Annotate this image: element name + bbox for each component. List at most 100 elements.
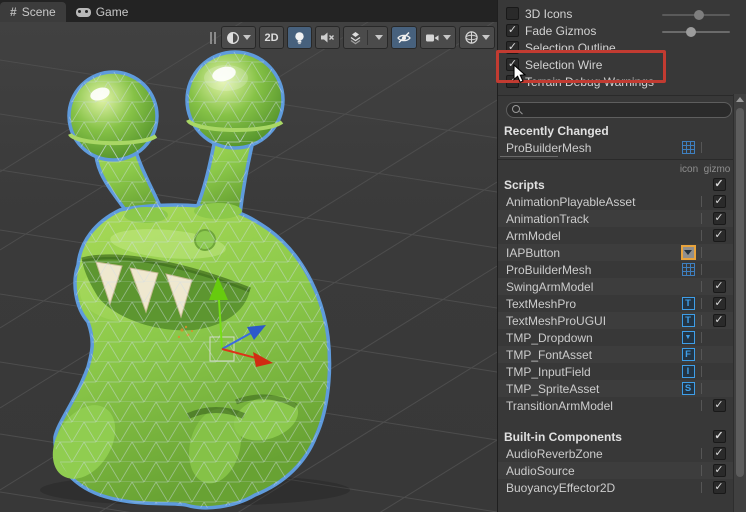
- gizmo-checkbox[interactable]: ✓: [712, 229, 726, 242]
- scene-visibility-button[interactable]: [391, 26, 417, 49]
- tmp-letter-icon[interactable]: S: [681, 382, 695, 395]
- iap-button-icon[interactable]: [680, 245, 696, 260]
- 2d-label: 2D: [264, 31, 279, 44]
- list-item[interactable]: ProBuilderMesh: [498, 261, 733, 278]
- gizmo-sphere-icon: [465, 31, 478, 44]
- gizmo-checkbox[interactable]: ✓: [712, 314, 726, 327]
- toggle-terrain-debug-warnings[interactable]: ✓ Terrain Debug Warnings: [498, 73, 746, 90]
- list-item[interactable]: ProBuilderMesh: [498, 139, 733, 156]
- grid-hash-icon: #: [10, 5, 17, 19]
- tmp-letter-icon[interactable]: T: [681, 314, 695, 327]
- gizmo-checkbox[interactable]: ✓: [712, 399, 726, 412]
- shaded-sphere-icon: [227, 31, 239, 44]
- gizmo-checkbox[interactable]: ✓: [712, 195, 726, 208]
- tmp-letter-icon[interactable]: I: [681, 365, 695, 378]
- tab-bar: # Scene Game: [0, 0, 497, 22]
- unity-editor: # Scene Game 2D 3D Icons ✓ Fade Gizmos ✓…: [0, 0, 746, 512]
- checkbox-selection-outline[interactable]: ✓: [506, 41, 519, 54]
- tab-game[interactable]: Game: [66, 2, 139, 22]
- selection-wireframe: [54, 52, 330, 508]
- list-item[interactable]: TMP_FontAsset F: [498, 346, 733, 363]
- toggle-fade-gizmos[interactable]: ✓ Fade Gizmos: [498, 22, 746, 39]
- built-in-gizmo-checkbox[interactable]: ✓: [712, 430, 726, 443]
- scripts-gizmo-checkbox[interactable]: ✓: [712, 178, 726, 191]
- chevron-down-icon: [482, 35, 490, 40]
- column-header-icon: icon: [679, 163, 699, 175]
- toggle-selection-wire[interactable]: ✓ Selection Wire: [498, 56, 746, 73]
- column-header-gizmo: gizmo: [703, 163, 731, 175]
- gizmos-list: Recently Changed ProBuilderMesh icon giz…: [498, 122, 733, 512]
- eye-hidden-icon: [397, 32, 411, 43]
- section-built-in-components: Built-in Components ✓: [504, 429, 726, 444]
- checkbox-selection-wire[interactable]: ✓: [506, 58, 519, 71]
- list-item[interactable]: TMP_Dropdown ▼: [498, 329, 733, 346]
- gizmo-checkbox[interactable]: ✓: [712, 447, 726, 460]
- 2d-toggle-button[interactable]: 2D: [259, 26, 284, 49]
- list-item[interactable]: TextMeshPro T ✓: [498, 295, 733, 312]
- list-item[interactable]: AnimationPlayableAsset ✓: [498, 193, 733, 210]
- audio-toggle-button[interactable]: [315, 26, 340, 49]
- toolbar-drag-handle-icon[interactable]: [210, 31, 216, 44]
- scene-toolbar: 2D: [210, 26, 495, 49]
- fade-gizmos-slider[interactable]: [662, 26, 730, 37]
- lighting-toggle-button[interactable]: [287, 26, 312, 49]
- section-recently-changed: Recently Changed: [504, 123, 609, 138]
- gizmos-search-input[interactable]: [506, 102, 732, 118]
- chevron-down-icon: [375, 35, 383, 40]
- probuilder-grid-icon[interactable]: [681, 263, 695, 276]
- light-bulb-icon: [295, 31, 304, 44]
- tmp-letter-icon[interactable]: F: [681, 348, 695, 361]
- list-item[interactable]: AnimationTrack ✓: [498, 210, 733, 227]
- camera-icon: [426, 34, 439, 41]
- gizmo-global-toggles: 3D Icons ✓ Fade Gizmos ✓ Selection Outli…: [498, 0, 746, 96]
- gamepad-icon: [75, 7, 91, 17]
- list-item[interactable]: IAPButton: [498, 244, 733, 261]
- toggle-selection-outline[interactable]: ✓ Selection Outline: [498, 39, 746, 56]
- column-headers: icon gizmo: [498, 162, 733, 176]
- gizmo-checkbox[interactable]: ✓: [712, 280, 726, 293]
- gizmos-menu-button[interactable]: [459, 26, 495, 49]
- list-item[interactable]: AudioSource ✓: [498, 462, 733, 479]
- gizmos-dropdown-panel: 3D Icons ✓ Fade Gizmos ✓ Selection Outli…: [497, 0, 746, 512]
- toggle-3d-icons[interactable]: 3D Icons: [498, 5, 746, 22]
- tmp-letter-icon[interactable]: T: [681, 297, 695, 310]
- tab-scene-label: Scene: [21, 5, 56, 19]
- 3d-icons-size-slider[interactable]: [662, 9, 730, 20]
- scrollbar-thumb[interactable]: [736, 108, 744, 477]
- list-item[interactable]: AudioReverbZone ✓: [498, 445, 733, 462]
- gizmo-checkbox[interactable]: ✓: [712, 212, 726, 225]
- scene-3d-canvas[interactable]: [0, 22, 497, 512]
- shading-mode-button[interactable]: [221, 26, 256, 49]
- divider: [500, 156, 558, 157]
- gizmo-checkbox[interactable]: ✓: [712, 297, 726, 310]
- scene-viewport[interactable]: 2D: [0, 22, 497, 512]
- camera-settings-button[interactable]: [420, 26, 456, 49]
- vertical-scrollbar[interactable]: [733, 94, 746, 512]
- chevron-down-icon: [243, 35, 251, 40]
- tab-game-label: Game: [95, 5, 129, 19]
- monster-model[interactable]: [40, 50, 350, 510]
- scroll-up-arrow-icon[interactable]: [736, 97, 744, 102]
- list-item[interactable]: BuoyancyEffector2D ✓: [498, 479, 733, 496]
- list-item[interactable]: TMP_SpriteAsset S: [498, 380, 733, 397]
- audio-muted-icon: [321, 32, 334, 43]
- list-item[interactable]: TextMeshProUGUI T ✓: [498, 312, 733, 329]
- scene-view: # Scene Game 2D: [0, 0, 497, 512]
- section-scripts: Scripts ✓: [504, 177, 726, 192]
- gizmo-checkbox[interactable]: ✓: [712, 481, 726, 494]
- divider: [498, 159, 733, 160]
- checkbox-terrain-debug-warnings[interactable]: ✓: [506, 75, 519, 88]
- list-item[interactable]: ArmModel ✓: [498, 227, 733, 244]
- list-item[interactable]: TransitionArmModel ✓: [498, 397, 733, 414]
- checkbox-3d-icons[interactable]: [506, 7, 519, 20]
- effects-layers-icon: [350, 31, 361, 44]
- probuilder-grid-icon[interactable]: [681, 141, 695, 154]
- search-icon: [512, 105, 521, 114]
- gizmo-checkbox[interactable]: ✓: [712, 464, 726, 477]
- tmp-dropdown-icon[interactable]: ▼: [681, 331, 695, 344]
- list-item[interactable]: SwingArmModel ✓: [498, 278, 733, 295]
- effects-menu-button[interactable]: [343, 26, 388, 49]
- checkbox-fade-gizmos[interactable]: ✓: [506, 24, 519, 37]
- list-item[interactable]: TMP_InputField I: [498, 363, 733, 380]
- tab-scene[interactable]: # Scene: [0, 2, 66, 22]
